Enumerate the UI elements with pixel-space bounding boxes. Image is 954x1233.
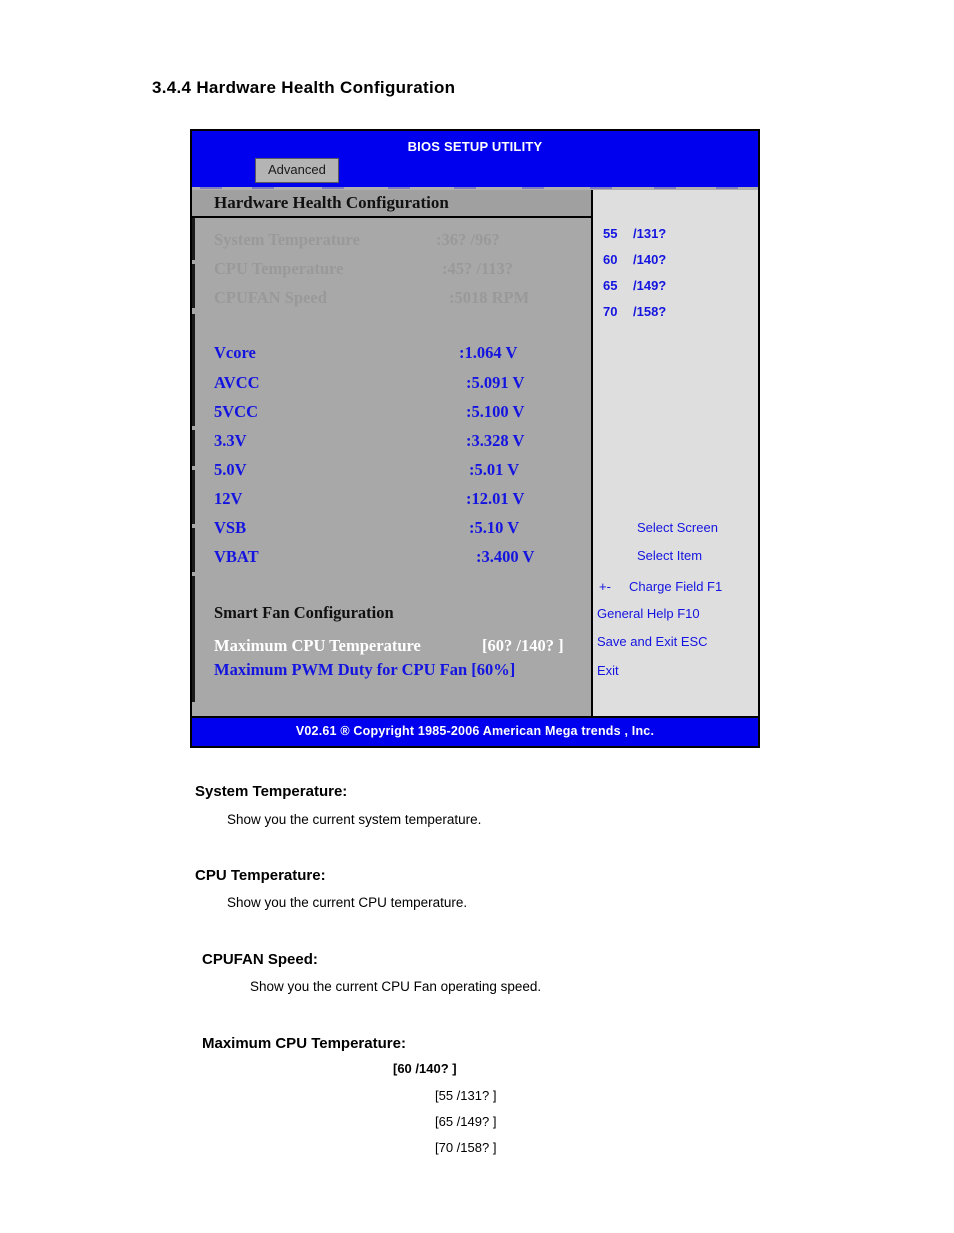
readings-list: System Temperature :36? /96? CPU Tempera… [192,218,591,716]
desc-text-system-temperature: Show you the current system temperature. [227,812,482,827]
row-label: Maximum PWM Duty for CPU Fan [60%] [214,660,516,679]
help-key-plus-minus-symbol: +- [599,579,611,594]
help-option-fahrenheit: /140? [633,252,667,267]
desc-heading-cpu-temperature: CPU Temperature: [195,867,326,884]
desc-heading-cpufan-speed: CPUFAN Speed: [202,951,318,968]
row-label: AVCC [214,373,260,392]
row-value: :3.328 V [466,431,525,450]
row-system-temperature: System Temperature :36? /96? [214,230,583,254]
row-cpu-temperature: CPU Temperature :45? /113? [214,259,583,283]
help-option-number: 60 [603,252,618,267]
row-value: :5.01 V [469,460,520,479]
option-55: [55 /131? ] [435,1088,497,1103]
row-3-3v: 3.3V :3.328 V [214,431,583,455]
desc-heading-system-temperature: System Temperature: [195,783,348,800]
row-label: System Temperature [214,230,360,249]
row-12v: 12V :12.01 V [214,489,583,513]
row-vcore: Vcore :1.064 V [214,343,583,367]
bios-title: BIOS SETUP UTILITY [407,139,543,154]
row-5-0v: 5.0V :5.01 V [214,460,583,484]
row-value: :45? /113? [442,259,514,278]
pane-header-label: Hardware Health Configuration [214,193,449,212]
row-value: :5.091 V [466,373,525,392]
bios-main-pane: Hardware Health Configuration System Tem… [192,190,593,716]
row-label: 5.0V [214,460,247,479]
help-option-fahrenheit: /149? [633,278,667,293]
row-cpufan-speed: CPUFAN Speed :5018 RPM [214,288,583,312]
row-vsb: VSB :5.10 V [214,518,583,542]
row-maximum-pwm-duty[interactable]: Maximum PWM Duty for CPU Fan [60%] [214,660,583,684]
row-value: :5.10 V [469,518,520,537]
row-value: :1.064 V [459,343,518,362]
option-70: [70 /158? ] [435,1140,497,1155]
row-label: Maximum CPU Temperature [214,636,421,655]
bios-body: Hardware Health Configuration System Tem… [192,190,758,716]
row-value: :36? /96? [436,230,500,249]
row-avcc: AVCC :5.091 V [214,373,583,397]
row-label: VBAT [214,547,259,566]
help-key-charge-field: Charge Field F1 [629,579,723,594]
help-key-exit: Exit [597,663,619,678]
help-option-number: 55 [603,226,618,241]
desc-heading-maximum-cpu-temperature: Maximum CPU Temperature: [202,1035,406,1052]
pane-header: Hardware Health Configuration [192,190,591,218]
row-value: :5.100 V [466,402,525,421]
option-65: [65 /149? ] [435,1114,497,1129]
tab-advanced[interactable]: Advanced [255,158,339,183]
desc-text-cpufan-speed: Show you the current CPU Fan operating s… [250,979,542,994]
copyright-text: V02.61 ® Copyright 1985-2006 American Me… [295,724,655,738]
row-label: 12V [214,489,243,508]
help-key-select-item: Select Item [637,548,703,563]
row-maximum-cpu-temperature[interactable]: Maximum CPU Temperature [60? /140? ] [214,636,583,660]
row-5vcc: 5VCC :5.100 V [214,402,583,426]
row-vbat: VBAT :3.400 V [214,547,583,571]
row-label: VSB [214,518,247,537]
help-option-number: 70 [603,304,618,319]
row-label: CPU Temperature [214,259,344,278]
help-option-fahrenheit: /131? [633,226,667,241]
row-label: CPUFAN Speed [214,288,327,307]
option-default-60: [60 /140? ] [393,1061,457,1076]
bios-help-pane: 55 /131? 60 /140? 65 /149? 70 /158? Sele… [593,190,758,716]
page-title: 3.4.4 Hardware Health Configuration [152,78,456,97]
help-key-select-screen: Select Screen [637,520,718,535]
row-label: Vcore [214,343,256,362]
bios-footer-bar: V02.61 ® Copyright 1985-2006 American Me… [192,716,758,746]
smart-fan-heading: Smart Fan Configuration [214,603,394,622]
row-value: :5018 RPM [449,288,530,307]
help-option-fahrenheit: /158? [633,304,667,319]
help-key-general-help: General Help F10 [597,606,700,621]
row-label: 5VCC [214,402,258,421]
row-value: :12.01 V [466,489,525,508]
desc-text-cpu-temperature: Show you the current CPU temperature. [227,895,468,910]
bios-title-bar: BIOS SETUP UTILITY Advanced [192,131,758,187]
row-value: [60? /140? ] [482,636,564,655]
bios-setup-window: BIOS SETUP UTILITY Advanced Hardware Hea… [190,129,760,748]
help-key-save-and-exit: Save and Exit ESC [597,634,708,649]
row-label: 3.3V [214,431,247,450]
row-value: :3.400 V [476,547,535,566]
help-option-number: 65 [603,278,618,293]
